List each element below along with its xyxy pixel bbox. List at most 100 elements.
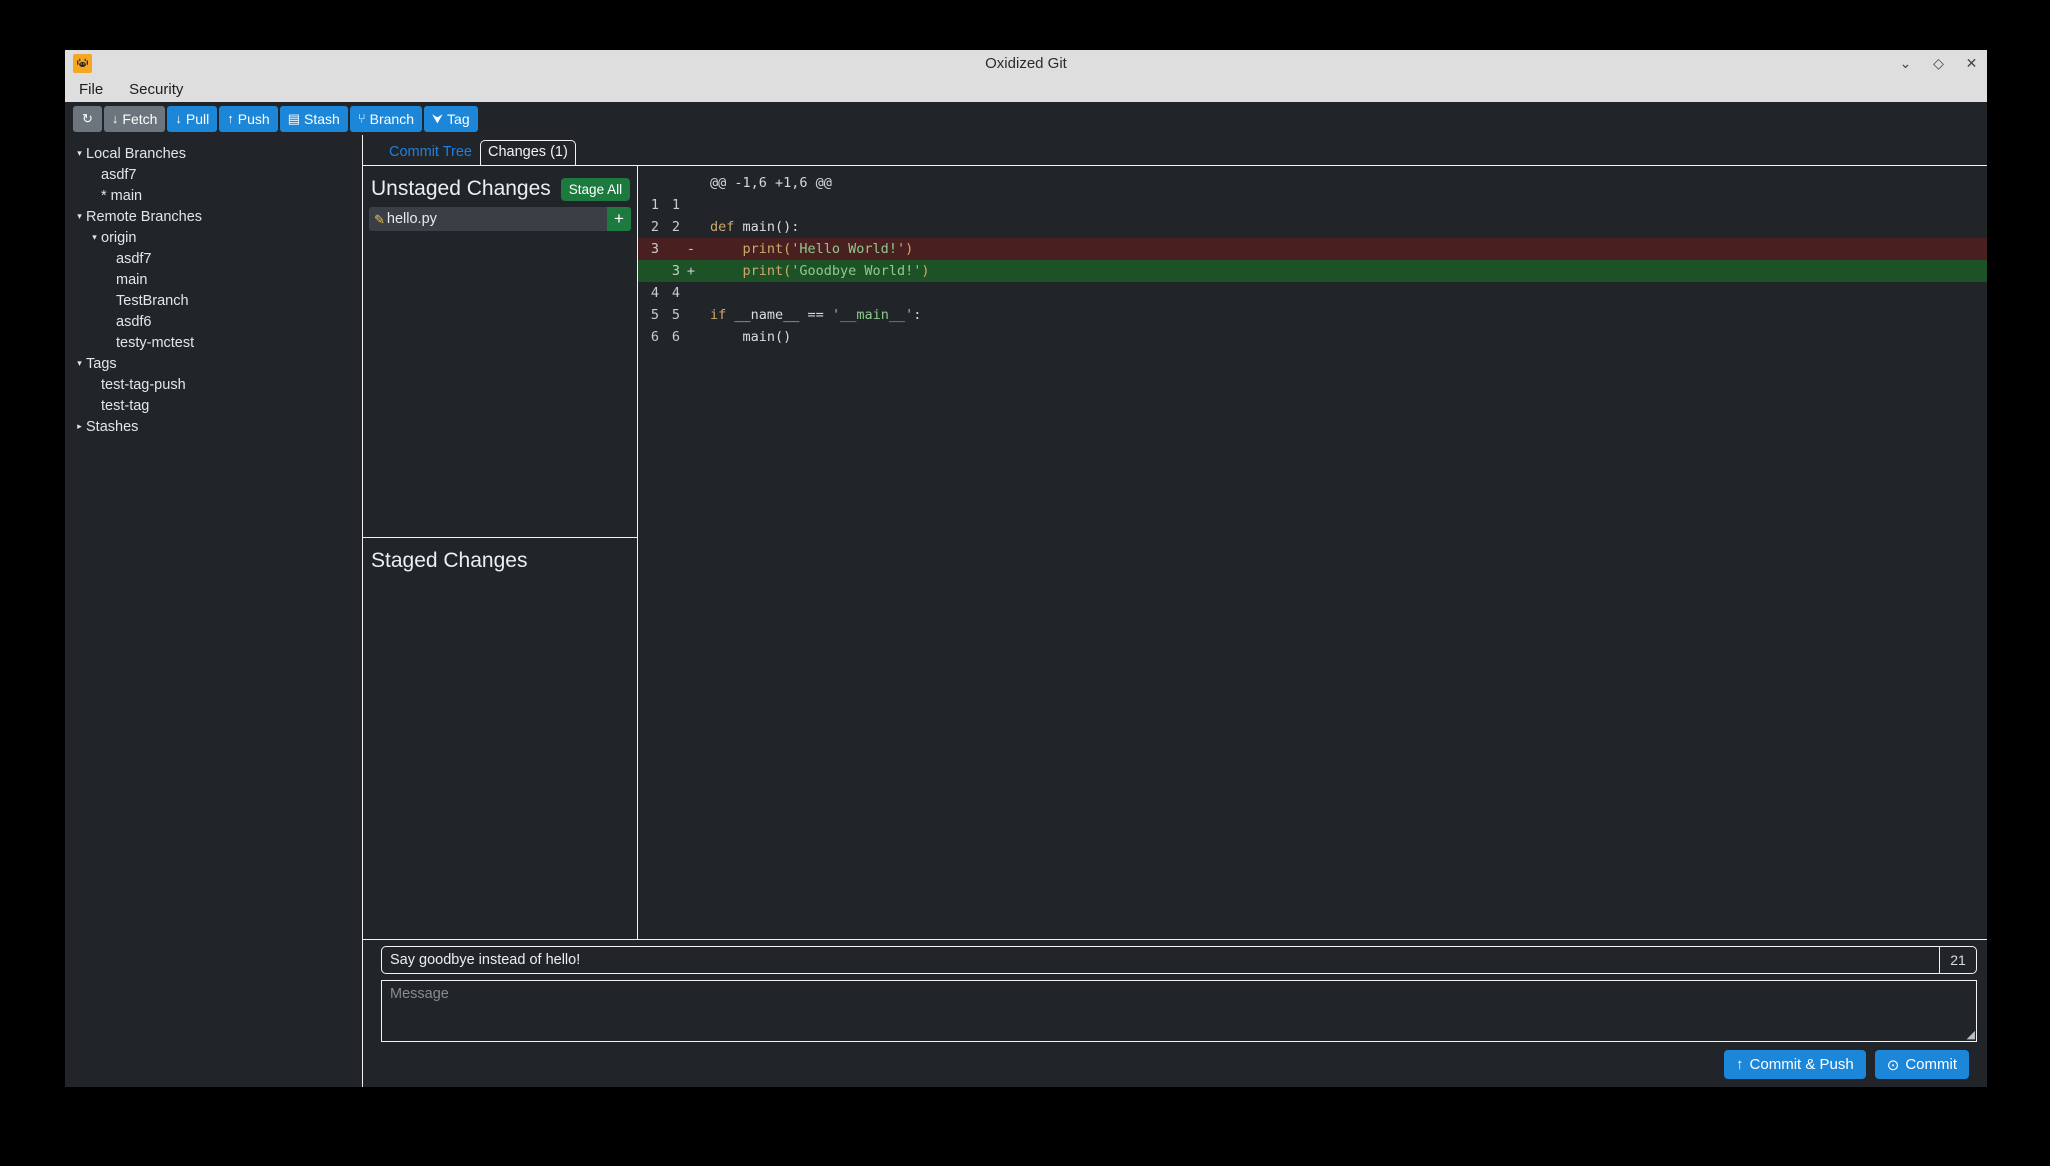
- commit-label: Commit: [1905, 1056, 1957, 1073]
- tree-item-local-asdf7[interactable]: asdf7: [65, 164, 362, 185]
- menu-security[interactable]: Security: [127, 81, 185, 98]
- diff-old-lineno: 6: [638, 329, 659, 345]
- changes-column: Unstaged Changes Stage All ✎ hello.py + …: [363, 165, 638, 939]
- minimize-button[interactable]: ⌄: [1898, 55, 1913, 72]
- diff-token: print(: [710, 241, 791, 257]
- tree-item-label: origin: [101, 230, 136, 246]
- tree-item-origin-main[interactable]: main: [65, 269, 362, 290]
- window-title: Oxidized Git: [65, 55, 1987, 72]
- diff-token: @@ -1,6 +1,6 @@: [710, 175, 832, 191]
- diff-token: print(: [710, 263, 791, 279]
- tag-button[interactable]: ⮟ Tag: [424, 106, 478, 132]
- refresh-button[interactable]: ↻: [73, 106, 102, 132]
- tree-item-origin-testbranch[interactable]: TestBranch: [65, 290, 362, 311]
- caret-down-icon[interactable]: ▾: [88, 232, 101, 243]
- commit-message-input[interactable]: Message ◢: [381, 980, 1977, 1042]
- branch-button[interactable]: ⑂ Branch: [350, 106, 422, 132]
- branch-sidebar: ▾Local Branches asdf7 * main ▾Remote Branch…: [65, 135, 363, 1087]
- diff-token: '__main__': [832, 307, 913, 323]
- caret-down-icon[interactable]: ▾: [73, 148, 86, 159]
- tree-item-label: Tags: [86, 356, 117, 372]
- diff-old-lineno: 3: [638, 241, 659, 257]
- pull-label: Pull: [186, 111, 209, 127]
- title-bar: Oxidized Git ⌄ ◇ ✕: [65, 50, 1987, 77]
- diff-token: :: [913, 307, 921, 323]
- diff-token: if: [710, 307, 734, 323]
- fetch-button[interactable]: ↓ Fetch: [104, 106, 166, 132]
- diff-sign: +: [680, 263, 702, 279]
- branch-icon: ⑂: [358, 112, 366, 125]
- pencil-icon: ✎: [369, 213, 387, 226]
- tree-item-local-main[interactable]: * main: [65, 185, 362, 206]
- caret-down-icon[interactable]: ▾: [73, 358, 86, 369]
- tab-commit-tree[interactable]: Commit Tree: [381, 140, 480, 165]
- diff-line-ctx: 22 def main():: [638, 216, 1987, 238]
- diff-new-lineno: 5: [659, 307, 680, 323]
- tree-item-origin-asdf6[interactable]: asdf6: [65, 311, 362, 332]
- diff-viewer[interactable]: @@ -1,6 +1,6 @@1122def main():3- print('…: [638, 165, 1987, 939]
- tree-item-label: * main: [101, 188, 142, 204]
- main-panel: Commit Tree Changes (1) Unstaged Changes…: [363, 135, 1987, 1087]
- unstaged-file-row[interactable]: ✎ hello.py +: [369, 207, 631, 231]
- stage-file-button[interactable]: +: [607, 207, 631, 231]
- diff-new-lineno: 2: [659, 219, 680, 235]
- tree-item-origin-asdf7[interactable]: asdf7: [65, 248, 362, 269]
- diff-line-text: def main():: [702, 219, 799, 235]
- diff-old-lineno: 5: [638, 307, 659, 323]
- diff-line-add: 3+ print('Goodbye World!'): [638, 260, 1987, 282]
- diff-token: __name__: [734, 307, 807, 323]
- diff-token: def: [710, 219, 743, 235]
- tag-icon: ⮟: [432, 112, 443, 125]
- tree-item-label: asdf6: [116, 314, 151, 330]
- commit-summary-input[interactable]: Say goodbye instead of hello!: [382, 947, 1939, 973]
- diff-new-lineno: 6: [659, 329, 680, 345]
- tree-group-origin[interactable]: ▾origin: [65, 227, 362, 248]
- tree-group-stashes[interactable]: ▸Stashes: [65, 416, 362, 437]
- tree-group-local-branches[interactable]: ▾Local Branches: [65, 143, 362, 164]
- unstaged-title: Unstaged Changes: [371, 177, 551, 201]
- tree-item-tag-test-tag-push[interactable]: test-tag-push: [65, 374, 362, 395]
- summary-char-count: 21: [1939, 947, 1976, 973]
- stage-all-button[interactable]: Stage All: [561, 178, 630, 201]
- push-label: Push: [238, 111, 270, 127]
- tree-item-label: asdf7: [101, 167, 136, 183]
- arrow-up-icon: ↑: [227, 112, 234, 125]
- push-button[interactable]: ↑ Push: [219, 106, 277, 132]
- refresh-icon: ↻: [82, 112, 93, 125]
- tree-item-origin-testy-mctest[interactable]: testy-mctest: [65, 332, 362, 353]
- resize-grip-icon[interactable]: ◢: [1967, 1030, 1975, 1041]
- tree-group-remote-branches[interactable]: ▾Remote Branches: [65, 206, 362, 227]
- menu-file[interactable]: File: [77, 81, 105, 98]
- commit-message-placeholder: Message: [390, 986, 449, 1002]
- diff-line-ctx: 44: [638, 282, 1987, 304]
- close-button[interactable]: ✕: [1964, 55, 1979, 72]
- unstaged-changes-pane: Unstaged Changes Stage All ✎ hello.py +: [363, 166, 637, 538]
- caret-down-icon[interactable]: ▾: [73, 211, 86, 222]
- commit-button[interactable]: ⊙ Commit: [1875, 1050, 1969, 1079]
- diff-new-lineno: 1: [659, 197, 680, 213]
- diff-old-lineno: 2: [638, 219, 659, 235]
- diff-old-lineno: 1: [638, 197, 659, 213]
- diff-line-ctx: 11: [638, 194, 1987, 216]
- diff-line-del: 3- print('Hello World!'): [638, 238, 1987, 260]
- commit-area: Say goodbye instead of hello! 21 Message…: [363, 939, 1987, 1087]
- commit-and-push-label: Commit & Push: [1750, 1056, 1854, 1073]
- diff-line-ctx: 55if __name__ == '__main__':: [638, 304, 1987, 326]
- tree-group-tags[interactable]: ▾Tags: [65, 353, 362, 374]
- maximize-button[interactable]: ◇: [1931, 55, 1946, 72]
- fetch-label: Fetch: [122, 111, 157, 127]
- unstaged-file-name: hello.py: [387, 211, 607, 227]
- staged-title: Staged Changes: [371, 549, 527, 573]
- stash-button[interactable]: ▤ Stash: [280, 106, 348, 132]
- commit-and-push-button[interactable]: ↑ Commit & Push: [1724, 1050, 1866, 1079]
- caret-right-icon[interactable]: ▸: [73, 421, 86, 432]
- pull-button[interactable]: ↓ Pull: [167, 106, 217, 132]
- app-window: Oxidized Git ⌄ ◇ ✕ File Security ↻ ↓ Fet…: [65, 50, 1987, 1087]
- tree-item-label: test-tag-push: [101, 377, 186, 393]
- tab-changes[interactable]: Changes (1): [480, 140, 576, 165]
- stash-box-icon: ▤: [288, 112, 300, 125]
- tab-bar: Commit Tree Changes (1): [363, 135, 1987, 165]
- tree-item-tag-test-tag[interactable]: test-tag: [65, 395, 362, 416]
- diff-new-lineno: 4: [659, 285, 680, 301]
- crab-icon: [73, 54, 92, 73]
